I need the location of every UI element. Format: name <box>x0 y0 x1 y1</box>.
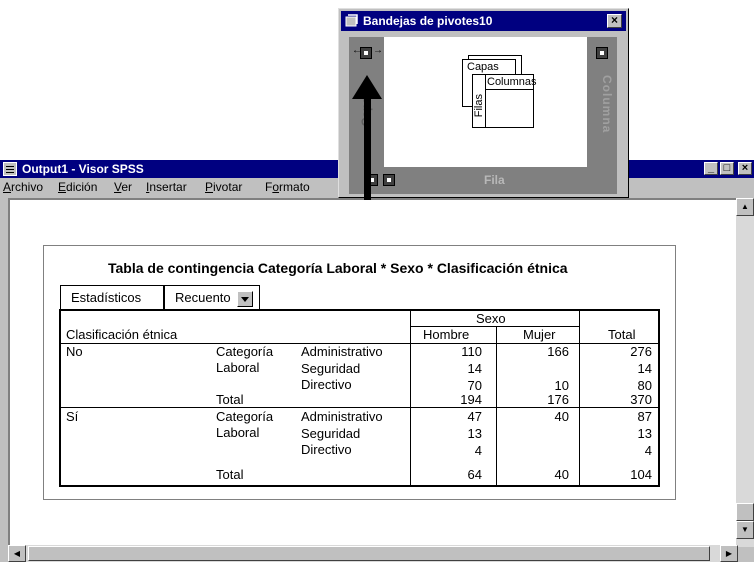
menu-edicion[interactable]: Edición <box>58 178 97 196</box>
menu-ver[interactable]: Ver <box>114 178 132 196</box>
menu-insertar-label: nsertar <box>149 180 187 194</box>
scroll-left-button[interactable]: ◀ <box>8 545 26 562</box>
row-total-label: Total <box>216 467 244 482</box>
viewer-title: Output1 - Visor SPSS <box>22 162 144 176</box>
pivot-trays-area: ← → Capa Capas Columnas Filas Columna Fi… <box>349 37 617 194</box>
close-button[interactable]: × <box>738 162 752 175</box>
spss-app-icon <box>3 162 17 176</box>
schematic-table: Columnas Filas <box>472 74 537 128</box>
table-cell: 370 <box>630 392 652 407</box>
row-label: Administrativo <box>301 409 383 424</box>
menu-pivotar[interactable]: Pivotar <box>205 178 242 196</box>
pivot-icon[interactable] <box>383 174 395 186</box>
maximize-button[interactable]: □ <box>720 162 734 175</box>
column-header-mujer: Mujer <box>523 327 556 342</box>
column-header-hombre: Hombre <box>423 327 470 342</box>
menu-edicion-label: dición <box>66 180 98 194</box>
pivot-trays-icon <box>345 14 358 27</box>
table-cell: 40 <box>554 409 569 424</box>
table-cell: 276 <box>630 344 652 359</box>
scroll-right-button[interactable]: ▶ <box>720 545 738 562</box>
schematic-layers-label: Capas <box>467 61 499 73</box>
row-total-label: Total <box>216 392 244 407</box>
pivot-schematic: Capas Columnas Filas <box>384 37 587 167</box>
menu-archivo[interactable]: Archivo <box>3 178 43 196</box>
close-button[interactable]: × <box>607 14 622 28</box>
table-cell: 40 <box>554 467 569 482</box>
row-label: Seguridad <box>301 361 361 376</box>
layer-value[interactable]: Recuento <box>164 285 260 309</box>
horizontal-scrollbar[interactable]: ◀ ▶ <box>8 545 738 562</box>
layer-value-text: Recuento <box>175 290 231 305</box>
scroll-down-button[interactable]: ▼ <box>736 521 754 539</box>
table-cell: 110 <box>461 344 482 359</box>
schematic-rows-label: Filas <box>473 94 485 118</box>
schematic-columns-label: Columnas <box>487 76 537 88</box>
pivot-trays-title: Bandejas de pivotes10 <box>363 14 493 28</box>
table-cell: 194 <box>460 392 482 407</box>
table-cell: 13 <box>467 426 482 441</box>
table-cell: 87 <box>637 409 652 424</box>
table-cell: 14 <box>637 361 652 376</box>
column-group-header: Sexo <box>476 311 506 326</box>
row-tray-label: Fila <box>484 173 505 187</box>
pivot-table[interactable]: Clasificación étnica Sexo Hombre Mujer T… <box>59 309 660 487</box>
menu-formato-label: rmato <box>279 180 310 194</box>
group-divider <box>61 407 658 408</box>
pivot-trays-titlebar[interactable]: Bandejas de pivotes10 × <box>341 11 626 31</box>
schematic-rows-divider <box>485 89 486 127</box>
pivot-icon[interactable] <box>596 47 608 59</box>
variable-label: Laboral <box>216 360 260 375</box>
vertical-scrollbar[interactable]: ▲ ▼ <box>736 198 754 547</box>
row-group-label: No <box>66 344 83 359</box>
row-label: Directivo <box>301 442 352 457</box>
row-label: Seguridad <box>301 426 361 441</box>
table-cell: 47 <box>467 409 482 424</box>
row-tray[interactable]: Fila <box>349 167 617 194</box>
table-cell: 10 <box>554 378 569 393</box>
table-cell: 166 <box>547 344 569 359</box>
table-cell: 13 <box>637 426 652 441</box>
menu-insertar[interactable]: Insertar <box>146 178 187 196</box>
table-cell: 80 <box>637 378 652 393</box>
pivot-table-title: Tabla de contingencia Categoría Laboral … <box>108 260 568 276</box>
table-cell: 4 <box>644 443 652 458</box>
column-tray[interactable]: Columna <box>587 37 617 167</box>
menu-archivo-label: rchivo <box>11 180 44 194</box>
table-cell: 70 <box>467 378 482 393</box>
variable-label: Categoría <box>216 344 274 359</box>
menu-formato[interactable]: Formato <box>265 178 310 196</box>
drag-arrow-shaft <box>364 96 371 200</box>
hscroll-thumb[interactable] <box>28 546 710 561</box>
table-cell: 104 <box>630 467 652 482</box>
row-label: Directivo <box>301 377 352 392</box>
table-cell: 4 <box>474 443 482 458</box>
scroll-thumb[interactable] <box>736 503 754 521</box>
menu-ver-label: er <box>121 180 133 194</box>
table-cell: 64 <box>467 467 482 482</box>
table-cell: 176 <box>547 392 569 407</box>
column-header-total: Total <box>608 327 636 342</box>
layer-label: Estadísticos <box>60 285 164 309</box>
menu-pivotar-label: ivotar <box>213 180 243 194</box>
column-tray-label: Columna <box>600 75 614 134</box>
arrow-right-icon: → <box>373 45 383 56</box>
minimize-button[interactable]: _ <box>704 162 718 175</box>
arrow-left-icon: ← <box>352 45 362 56</box>
row-dimension-header: Clasificación étnica <box>66 327 178 342</box>
row-group-label: Sí <box>66 409 79 424</box>
dropdown-arrow-icon[interactable] <box>237 291 253 307</box>
variable-label: Categoría <box>216 409 274 424</box>
scroll-up-button[interactable]: ▲ <box>736 198 754 216</box>
table-cell: 14 <box>467 361 482 376</box>
row-label: Administrativo <box>301 344 383 359</box>
variable-label: Laboral <box>216 425 260 440</box>
pivot-trays-window: Bandejas de pivotes10 × ← → Capa Capas C… <box>338 8 629 198</box>
